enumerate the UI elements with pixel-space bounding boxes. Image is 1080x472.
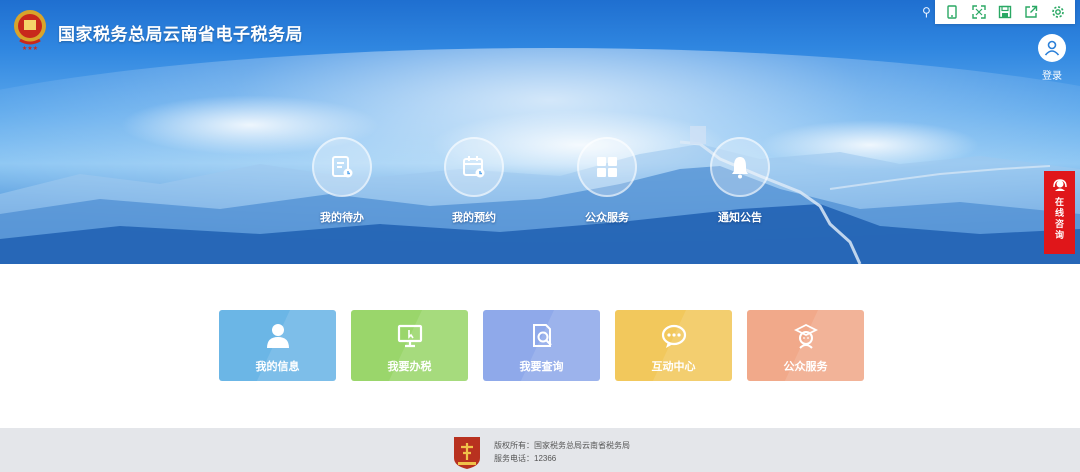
monitor-icon [395,321,425,351]
save-icon[interactable] [996,3,1014,21]
card-interaction[interactable]: 互动中心 [615,310,732,381]
card-tax-filing[interactable]: 我要办税 [351,310,468,381]
settings-icon[interactable] [1049,3,1067,21]
top-toolbar [935,0,1075,24]
copyright-text: 版权所有：国家税务总局云南省税务局 [494,441,630,450]
card-label: 公众服务 [783,361,828,373]
tax-emblem-icon: ★★★ [14,10,46,52]
card-label: 我要查询 [519,361,564,373]
card-my-info[interactable]: 我的信息 [219,310,336,381]
footer-text: 版权所有：国家税务总局云南省税务局 服务电话：12366 [494,439,630,465]
service-cards: 我的信息 我要办税 我要查询 互动中心 公众服务 [0,310,1080,381]
hero-item-label: 我的待办 [320,212,364,224]
hero-item-label: 通知公告 [718,212,762,224]
fullscreen-icon[interactable] [970,3,988,21]
login-label: 登录 [1042,71,1062,82]
card-label: 我的信息 [255,361,300,373]
headset-icon [1052,179,1067,191]
hero-item-todo[interactable]: 我的待办 [297,137,387,225]
share-icon[interactable] [1022,3,1040,21]
calendar-icon [444,137,504,197]
mobile-icon[interactable] [943,3,961,21]
user-icon [263,321,293,351]
bell-icon [710,137,770,197]
login-button[interactable]: 登录 [1036,34,1068,82]
grid-icon [577,137,637,197]
hero-nav: 我的待办 我的预约 公众服务 通知公告 [0,137,1080,227]
todo-icon [312,137,372,197]
student-icon [791,321,821,351]
footer: 版权所有：国家税务总局云南省税务局 服务电话：12366 [0,428,1080,472]
page-title: 国家税务总局云南省电子税务局 [58,25,303,44]
card-query[interactable]: 我要查询 [483,310,600,381]
card-public-service[interactable]: 公众服务 [747,310,864,381]
search-doc-icon [527,321,557,351]
hero-item-notice[interactable]: 通知公告 [695,137,785,225]
tax-shield-logo-icon [454,437,480,469]
chat-icon [659,321,689,351]
hero-item-label: 我的预约 [452,212,496,224]
hero-item-appointment[interactable]: 我的预约 [429,137,519,225]
user-avatar-icon [1038,34,1066,62]
svg-text:★★★: ★★★ [22,45,38,52]
consult-label: 在 线 咨 询 [1054,197,1064,240]
hero-item-label: 公众服务 [585,212,629,224]
card-label: 互动中心 [651,361,696,373]
hero-item-public-service[interactable]: 公众服务 [562,137,652,225]
online-consult-button[interactable]: 在 线 咨 询 [1044,171,1075,254]
hero-banner: ★★★ 国家税务总局云南省电子税务局 ⚲ 登录 我的待办 我的预约 公众服务 通… [0,0,1080,264]
card-label: 我要办税 [387,361,432,373]
key-icon: ⚲ [922,5,931,19]
service-phone: 服务电话：12366 [494,454,557,463]
